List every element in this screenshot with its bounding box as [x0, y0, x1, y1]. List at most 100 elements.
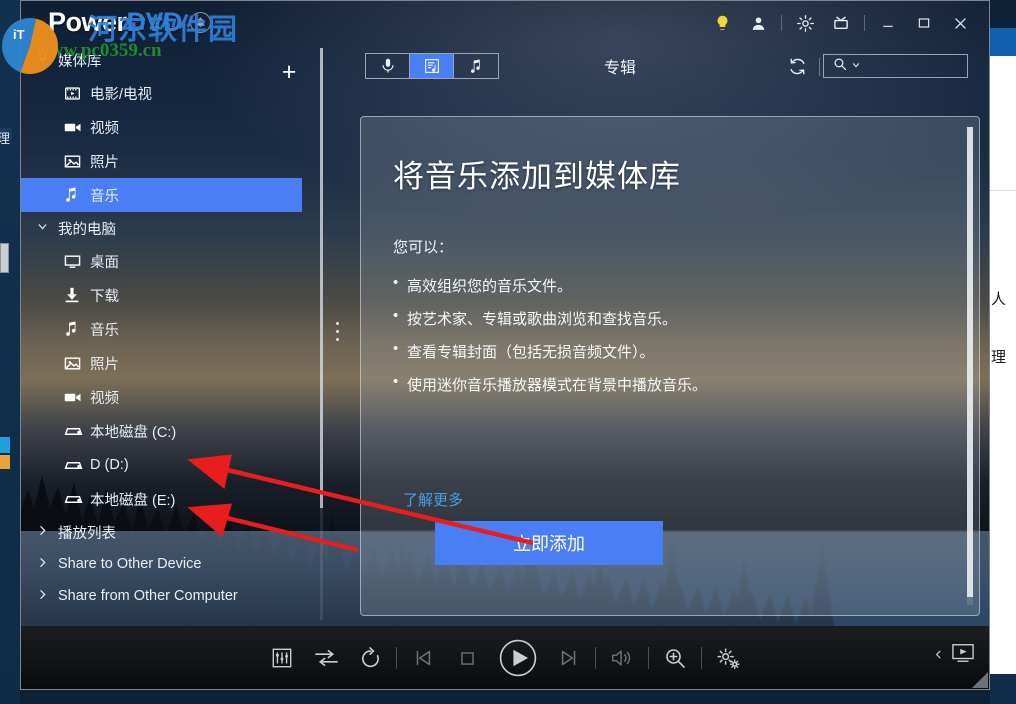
sidebar-item-drive-e[interactable]: 本地磁盘 (E:) [20, 482, 302, 516]
list-item: 使用迷你音乐播放器模式在背景中播放音乐。 [393, 373, 707, 395]
resize-grip[interactable] [972, 672, 988, 688]
list-item: 查看专辑封面（包括无损音频文件）。 [393, 340, 707, 362]
sidebar-section-label: 媒体库 [58, 53, 102, 70]
sidebar-section-header-playlists[interactable]: 播放列表 [20, 516, 302, 548]
sidebar-item-downloads[interactable]: 下载 [20, 278, 302, 312]
sidebar-section-media-library: 媒体库 + 电影/电视 视频 照片 音乐 [20, 44, 302, 212]
lightbulb-icon[interactable] [704, 8, 740, 38]
search-input[interactable] [823, 54, 968, 78]
stop-button[interactable] [445, 634, 489, 682]
transport-divider-3 [648, 647, 649, 669]
hard-drive-icon [64, 459, 90, 472]
add-library-button[interactable]: + [274, 58, 302, 88]
empty-library-card: 将音乐添加到媒体库 您可以： 高效组织您的音乐文件。 按艺术家、专辑或歌曲浏览和… [360, 116, 980, 616]
sidebar-item-drive-d[interactable]: D (D:) [20, 448, 302, 482]
media-screen-icon[interactable] [950, 642, 976, 669]
sidebar-item-desktop[interactable]: 桌面 [20, 244, 302, 278]
add-now-button[interactable]: 立即添加 [435, 521, 663, 565]
maximize-icon[interactable] [906, 8, 942, 38]
song-view-button[interactable] [454, 54, 498, 78]
download-icon [64, 287, 90, 303]
titlebar-divider-1 [781, 15, 782, 31]
user-account-icon[interactable] [740, 8, 776, 38]
sidebar-item-photos[interactable]: 照片 [20, 144, 302, 178]
music-note-icon [64, 321, 90, 337]
sidebar-item-label: 音乐 [90, 322, 119, 339]
album-view-button[interactable] [410, 54, 454, 78]
sidebar-item-label: 本地磁盘 (E:) [90, 492, 176, 509]
sidebar-section-my-computer: 我的电脑 桌面 下载 音乐 照片 视频 本地磁盘 (C:) D (D:) 本地磁… [20, 212, 302, 516]
transport-divider-4 [701, 647, 702, 669]
chevron-down-icon [36, 220, 58, 236]
gear-settings-icon[interactable] [787, 8, 823, 38]
sidebar-section-label: Share to Other Device [58, 556, 202, 572]
learn-more-link[interactable]: 了解更多 [403, 489, 463, 510]
artist-view-button[interactable] [366, 54, 410, 78]
sidebar-splitter-handle[interactable] [331, 44, 347, 626]
sidebar-item-photos-folder[interactable]: 照片 [20, 346, 302, 380]
sidebar-item-label: 照片 [90, 154, 119, 171]
toolbar-divider [819, 58, 820, 76]
sidebar-section-header-media-library[interactable]: 媒体库 [20, 44, 302, 76]
sidebar-item-movies-tv[interactable]: 电影/电视 [20, 76, 302, 110]
subtitle: 您可以： [393, 239, 454, 256]
desktop-icon [64, 254, 90, 269]
sidebar-item-music-folder[interactable]: 音乐 [20, 312, 302, 346]
sidebar-item-label: 照片 [90, 356, 119, 373]
feature-list: 高效组织您的音乐文件。 按艺术家、专辑或歌曲浏览和查找音乐。 查看专辑封面（包括… [393, 274, 707, 407]
background-window-left: 理 [0, 0, 20, 704]
sidebar-section-header-share-to-device[interactable]: Share to Other Device [20, 548, 302, 580]
music-note-icon [64, 187, 90, 203]
chevron-left-icon[interactable] [933, 649, 944, 663]
search-text-field[interactable] [865, 59, 960, 73]
zoom-button[interactable] [653, 634, 697, 682]
transport-divider-2 [595, 647, 596, 669]
sidebar-item-music[interactable]: 音乐 [20, 178, 302, 212]
bg-right-text-fragment-b: 理 [991, 349, 1007, 366]
tv-mode-icon[interactable] [823, 8, 859, 38]
playback-bar [20, 626, 990, 690]
chevron-down-icon[interactable] [851, 60, 861, 73]
repeat-button[interactable] [348, 634, 392, 682]
app-logo: PowerDVD [48, 7, 212, 37]
bg-right-taskbar [990, 674, 1016, 704]
page-title: 将音乐添加到媒体库 [393, 159, 681, 194]
sidebar-item-videos-folder[interactable]: 视频 [20, 380, 302, 414]
drag-dots-icon [336, 322, 339, 346]
card-scrollbar-thumb[interactable] [967, 127, 973, 597]
bg-left-taskbar-icon-b [0, 455, 10, 469]
sidebar-item-videos[interactable]: 视频 [20, 110, 302, 144]
bell-icon[interactable] [190, 11, 212, 33]
next-button[interactable] [547, 634, 591, 682]
transport-divider-1 [396, 647, 397, 669]
transport-controls [20, 626, 990, 690]
minimize-icon[interactable] [870, 8, 906, 38]
play-button[interactable] [489, 634, 547, 682]
refresh-icon[interactable] [788, 57, 807, 81]
sidebar-item-label: 桌面 [90, 254, 119, 271]
sidebar-section-header-my-computer[interactable]: 我的电脑 [20, 212, 302, 244]
close-icon[interactable] [942, 8, 978, 38]
settings-button[interactable] [706, 634, 750, 682]
sidebar-item-label: 本地磁盘 (C:) [90, 424, 177, 441]
list-item: 高效组织您的音乐文件。 [393, 274, 707, 296]
sidebar-item-drive-c[interactable]: 本地磁盘 (C:) [20, 414, 302, 448]
watermark-logo: iT [2, 18, 58, 74]
sidebar-section-label: 播放列表 [58, 525, 116, 542]
sidebar-item-label: 音乐 [90, 188, 119, 205]
equalizer-button[interactable] [260, 634, 304, 682]
sidebar-item-label: 下载 [90, 288, 119, 305]
video-camera-icon [64, 121, 90, 134]
sidebar-section-label: Share from Other Computer [58, 588, 238, 604]
background-window-right: 人 理 [990, 0, 1016, 704]
hard-drive-icon [64, 425, 90, 438]
list-item: 按艺术家、专辑或歌曲浏览和查找音乐。 [393, 307, 707, 329]
title-bar[interactable]: PowerDVD [20, 0, 990, 44]
photo-icon [64, 154, 90, 169]
content-toolbar: 专辑 [302, 44, 990, 96]
volume-button[interactable] [600, 634, 644, 682]
previous-button[interactable] [401, 634, 445, 682]
shuffle-button[interactable] [304, 634, 348, 682]
sidebar-section-header-share-from-computer[interactable]: Share from Other Computer [20, 580, 302, 612]
sidebar-scrollbar-thumb[interactable] [320, 48, 323, 508]
